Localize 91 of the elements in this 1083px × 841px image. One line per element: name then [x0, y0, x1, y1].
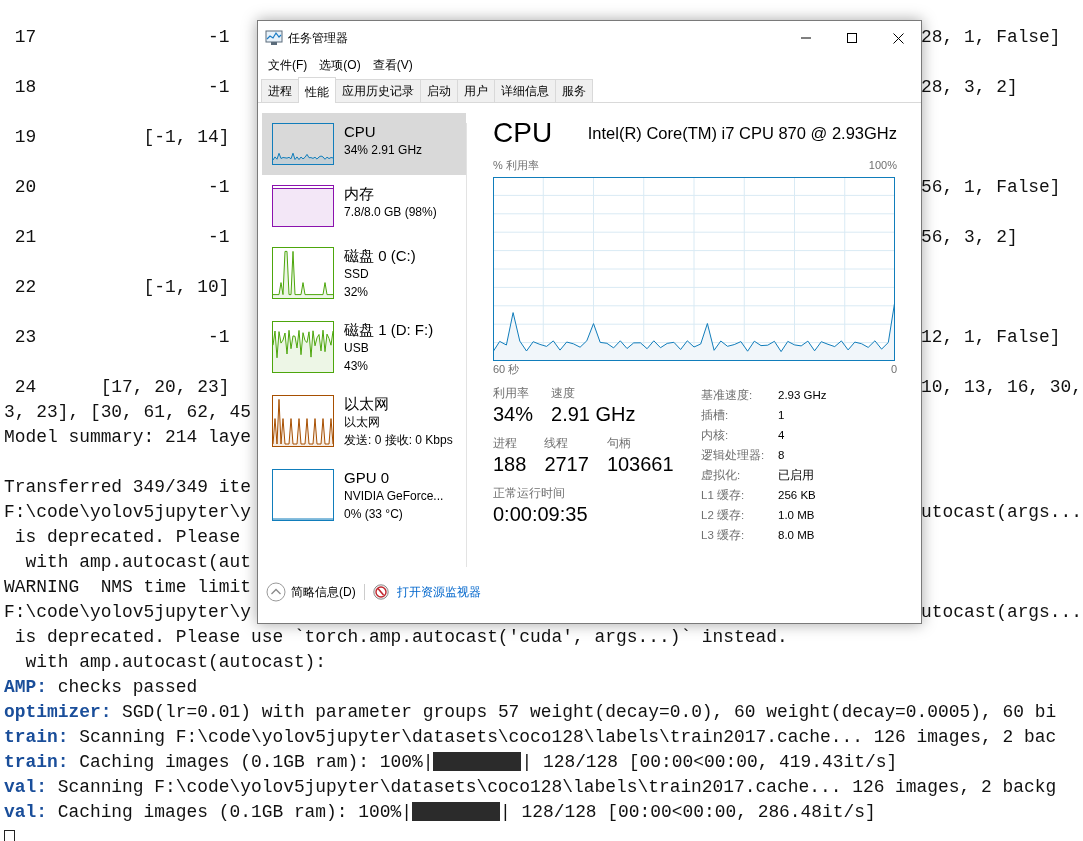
- stat-label: 进程: [493, 435, 518, 451]
- terminal-text: 56, 3, 2]: [921, 226, 1018, 249]
- terminal-text: with amp.autocast(aut: [24, 551, 251, 574]
- terminal-text: utocast(args...: [921, 601, 1083, 624]
- tab[interactable]: 进程: [261, 79, 299, 102]
- property-value: 256 KB: [778, 488, 816, 503]
- terminal-text: val: Caching images (0.1GB ram): 100%|: [4, 802, 412, 822]
- terminal-text: train: Scanning F:\code\yolov5jupyter\datasets\coco128\labels\train2017.cache... 126 images, 2 bac: [4, 726, 1057, 749]
- axis-label: % 利用率: [493, 158, 539, 173]
- property-label: L3 缓存:: [701, 528, 746, 543]
- terminal-text: | 128/128 [00:00<00:00, 419.43it/s]: [521, 752, 898, 772]
- stat-label: 正常运行时间: [493, 485, 566, 501]
- terminal-text: is deprecated. Please use `torch.amp.autocast('cuda', args...)` instead.: [13, 626, 788, 649]
- panel-title: CPU: [493, 116, 553, 150]
- terminal-text: 19 [-1, 14]: [13, 126, 230, 149]
- terminal-text: is deprecated. Please: [13, 526, 241, 549]
- stat-label: 线程: [544, 435, 570, 451]
- terminal-text: 24 [17, 20, 23]: [13, 376, 230, 399]
- property-value: 2.93 GHz: [778, 388, 827, 403]
- resource-item[interactable]: CPU 34% 2.91 GHz: [262, 113, 466, 175]
- terminal-text: 28, 1, False]: [921, 26, 1061, 49]
- close-icon: [892, 32, 904, 44]
- stat-value: 34%: [493, 402, 534, 427]
- resource-item[interactable]: 磁盘 0 (C:) SSD 32%: [262, 237, 466, 311]
- terminal-text: 20 -1: [13, 176, 230, 199]
- terminal-text: Model summary: 214 laye: [4, 426, 251, 449]
- property-label: 虚拟化:: [701, 468, 742, 483]
- terminal-text: F:\code\yolov5jupyter\y: [4, 601, 251, 624]
- chevron-up-icon: [266, 582, 286, 602]
- terminal-text: with amp.autocast(autocast):: [24, 651, 327, 674]
- tab[interactable]: 用户: [457, 79, 495, 102]
- property-label: 插槽:: [701, 408, 730, 423]
- property-label: 逻辑处理器:: [701, 448, 766, 463]
- summary-button[interactable]: 简略信息(D): [266, 582, 356, 602]
- terminal-text: utocast(args...: [921, 501, 1083, 524]
- property-value: 1: [778, 408, 785, 423]
- resource-item[interactable]: 以太网 以太网 发送: 0 接收: 0 Kbps: [262, 385, 466, 459]
- property-value: 1.0 MB: [778, 508, 815, 523]
- terminal-text: 3, 23], [30, 61, 62, 45: [4, 401, 251, 424]
- tab[interactable]: 应用历史记录: [335, 79, 421, 102]
- menu-item[interactable]: 选项(O): [313, 55, 367, 75]
- terminal-text: 18 -1: [13, 76, 230, 99]
- resource-item[interactable]: 磁盘 1 (D: F:) USB 43%: [262, 311, 466, 385]
- terminal-text: 56, 1, False]: [921, 176, 1061, 199]
- property-label: 内核:: [701, 428, 730, 443]
- terminal-text: Transferred 349/349 ite: [4, 476, 251, 499]
- stat-label: 句柄: [606, 435, 632, 451]
- terminal-text: 21 -1: [13, 226, 230, 249]
- property-value: 8: [778, 448, 785, 463]
- property-label: 基准速度:: [701, 388, 754, 403]
- maximize-icon: [847, 33, 857, 43]
- app-icon: [265, 30, 283, 46]
- axis-label: 100%: [868, 158, 897, 173]
- tab[interactable]: 启动: [420, 79, 458, 102]
- stat-label: 速度: [551, 385, 577, 401]
- stat-label: 利用率: [493, 385, 530, 401]
- terminal-text: 22 [-1, 10]: [13, 276, 230, 299]
- stat-value: 103661: [606, 452, 674, 477]
- terminal-text: F:\code\yolov5jupyter\y: [4, 501, 251, 524]
- stat-value: 2.91 GHz: [551, 402, 636, 427]
- terminal-text: 17 -1: [13, 26, 230, 49]
- cpu-model: Intel(R) Core(TM) i7 CPU 870 @ 2.93GHz: [587, 122, 897, 144]
- resource-monitor-link[interactable]: 打开资源监视器: [396, 583, 481, 601]
- stat-value: 2717: [544, 452, 589, 477]
- terminal-text: 23 -1: [13, 326, 230, 349]
- terminal-text: WARNING NMS time limit: [4, 576, 251, 599]
- terminal-text: AMP: checks passed: [4, 676, 198, 699]
- stat-value: 0:00:09:35: [493, 502, 588, 527]
- tab[interactable]: 详细信息: [494, 79, 556, 102]
- resource-item[interactable]: GPU 0 NVIDIA GeForce... 0% (33 °C): [262, 459, 466, 533]
- tab[interactable]: 服务: [555, 79, 593, 102]
- terminal-text: 28, 3, 2]: [921, 76, 1018, 99]
- terminal-text: val: Scanning F:\code\yolov5jupyter\datasets\coco128\labels\train2017.cache... 126 images, 2 backg: [4, 776, 1057, 799]
- terminal-text: 10, 13, 16, 30,: [921, 376, 1083, 399]
- menu-item[interactable]: 文件(F): [262, 55, 314, 75]
- menu-item[interactable]: 查看(V): [366, 55, 419, 75]
- terminal-text: 12, 1, False]: [921, 326, 1061, 349]
- terminal-text: | 128/128 [00:00<00:00, 286.48it/s]: [500, 802, 876, 822]
- axis-label: 0: [890, 361, 897, 377]
- resource-item[interactable]: 内存 7.8/8.0 GB (98%): [262, 175, 466, 237]
- property-label: L1 缓存:: [701, 488, 746, 503]
- property-value: 8.0 MB: [778, 528, 815, 543]
- window-title: 任务管理器: [288, 30, 349, 47]
- stat-value: 188: [493, 452, 527, 477]
- property-value: 4: [778, 428, 785, 443]
- property-value: 已启用: [778, 468, 814, 483]
- terminal-text: optimizer: SGD(lr=0.01) with parameter groups 57 weight(decay=0.0), 60 weight(decay=0.0005), 60 bi: [4, 701, 1057, 724]
- axis-label: 60 秒: [493, 361, 520, 377]
- terminal-text: train: Caching images (0.1GB ram): 100%|: [4, 752, 434, 772]
- property-label: L2 缓存:: [701, 508, 746, 523]
- tab[interactable]: 性能: [298, 77, 336, 103]
